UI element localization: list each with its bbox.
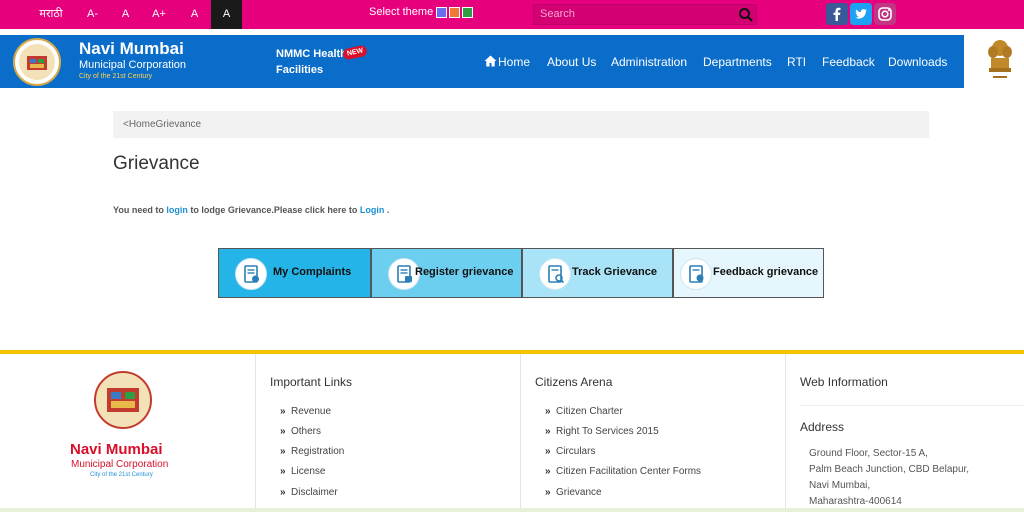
footer-link-label: License: [291, 466, 326, 477]
track-grievance-button[interactable]: Track Grievance: [522, 248, 673, 298]
bottom-strip: [0, 508, 1024, 512]
footer-link-grievance[interactable]: » Grievance: [545, 487, 602, 498]
footer-link-label: Citizen Charter: [556, 406, 623, 417]
nav-home[interactable]: Home: [498, 55, 530, 69]
login-message-text: .: [384, 205, 390, 215]
footer-link-cfc-forms[interactable]: » Citizen Facilitation Center Forms: [545, 466, 701, 477]
nmmc-logo-icon: [19, 44, 55, 80]
footer-link-license[interactable]: » License: [280, 466, 325, 477]
register-grievance-label: Register grievance: [415, 266, 514, 278]
brand-tagline: City of the 21st Century: [79, 73, 153, 80]
chevron-right-icon: »: [545, 446, 551, 457]
font-decrease-button[interactable]: A-: [74, 0, 111, 29]
breadcrumb[interactable]: <HomeGrievance: [113, 111, 929, 138]
brand-title: Navi Mumbai: [79, 39, 184, 58]
web-info-divider: [800, 405, 1024, 406]
national-emblem-icon: [988, 40, 1012, 78]
footer-link-label: Right To Services 2015: [556, 426, 659, 437]
chevron-right-icon: »: [280, 446, 286, 457]
footer-link-label: Grievance: [556, 487, 602, 498]
chevron-right-icon: »: [545, 426, 551, 437]
address-heading: Address: [800, 420, 845, 434]
font-increase-button[interactable]: A+: [140, 0, 178, 29]
nav-downloads[interactable]: Downloads: [888, 55, 947, 69]
feedback-icon: [680, 258, 712, 290]
footer-brand-subtitle: Municipal Corporation: [71, 459, 169, 470]
nmmc-logo[interactable]: [13, 38, 61, 86]
feedback-grievance-label: Feedback grievance: [713, 266, 819, 278]
page-title: Grievance: [113, 153, 200, 174]
footer-column-divider: [785, 354, 786, 512]
footer-divider: [0, 350, 1024, 354]
footer-column-divider: [255, 354, 256, 512]
instagram-icon[interactable]: [874, 3, 896, 25]
address-line: Palm Beach Junction, CBD Belapur,: [809, 464, 970, 475]
login-link[interactable]: login: [166, 205, 188, 215]
chevron-right-icon: »: [280, 426, 286, 437]
web-information-heading: Web Information: [800, 375, 888, 389]
footer-link-label: Revenue: [291, 406, 332, 417]
footer-brand-tagline: City of the 21st Century: [90, 472, 153, 478]
search-icon[interactable]: [738, 7, 754, 23]
footer-nmmc-logo-icon: [94, 371, 152, 429]
contrast-light-button[interactable]: A: [178, 0, 211, 29]
track-icon: [539, 258, 571, 290]
important-links-heading: Important Links: [270, 375, 353, 389]
footer-link-label: Others: [291, 426, 322, 437]
my-complaints-button[interactable]: My Complaints: [218, 248, 371, 298]
complaints-icon: [235, 258, 267, 290]
footer-column-divider: [520, 354, 521, 512]
chevron-right-icon: »: [545, 487, 551, 498]
nav-about-us[interactable]: About Us: [547, 55, 596, 69]
footer-link-circulars[interactable]: » Circulars: [545, 446, 595, 457]
twitter-icon[interactable]: [850, 3, 872, 25]
facebook-icon[interactable]: [826, 3, 848, 25]
theme-swatch-green[interactable]: [462, 7, 473, 18]
nav-rti[interactable]: RTI: [787, 55, 806, 69]
login-message: You need to login to lodge Grievance.Ple…: [113, 205, 389, 215]
font-normal-button[interactable]: A: [111, 0, 140, 29]
address-line: Navi Mumbai,: [809, 480, 871, 491]
address-line: Ground Floor, Sector-15 A,: [809, 448, 928, 459]
chevron-right-icon: »: [280, 406, 286, 417]
home-icon[interactable]: [484, 55, 497, 67]
footer-link-registration[interactable]: » Registration: [280, 446, 344, 457]
nav-administration[interactable]: Administration: [611, 55, 687, 69]
nmmc-health-facilities-link[interactable]: NMMC Health Facilities: [276, 46, 348, 78]
chevron-right-icon: »: [545, 466, 551, 477]
address-line: Maharashtra-400614: [809, 496, 902, 507]
search-input[interactable]: Search: [533, 4, 757, 25]
footer-link-disclaimer[interactable]: » Disclaimer: [280, 487, 338, 498]
footer-brand-title: Navi Mumbai: [70, 441, 163, 458]
register-grievance-button[interactable]: Register grievance: [371, 248, 522, 298]
track-grievance-label: Track Grievance: [572, 266, 658, 278]
citizens-arena-heading: Citizens Arena: [535, 375, 613, 389]
footer-link-label: Circulars: [556, 446, 596, 457]
footer-link-label: Registration: [291, 446, 345, 457]
footer-link-right-to-services[interactable]: » Right To Services 2015: [545, 426, 659, 437]
theme-label: Select theme :: [369, 6, 440, 18]
contrast-dark-button[interactable]: A: [211, 0, 242, 29]
feedback-grievance-button[interactable]: Feedback grievance: [673, 248, 824, 298]
nav-departments[interactable]: Departments: [703, 55, 772, 69]
footer-link-citizen-charter[interactable]: » Citizen Charter: [545, 406, 623, 417]
login-message-text: to lodge Grievance.Please click here to: [187, 205, 360, 215]
footer-link-label: Disclaimer: [291, 487, 338, 498]
chevron-right-icon: »: [280, 466, 286, 477]
footer-link-others[interactable]: » Others: [280, 426, 321, 437]
language-toggle[interactable]: मराठी: [28, 0, 74, 29]
login-message-text: You need to: [113, 205, 167, 215]
chevron-right-icon: »: [545, 406, 551, 417]
login-link-2[interactable]: Login: [360, 205, 385, 215]
theme-swatch-blue[interactable]: [436, 7, 447, 18]
nav-feedback[interactable]: Feedback: [822, 55, 875, 69]
footer-link-revenue[interactable]: » Revenue: [280, 406, 331, 417]
chevron-right-icon: »: [280, 487, 286, 498]
theme-swatch-orange[interactable]: [449, 7, 460, 18]
footer-link-label: Citizen Facilitation Center Forms: [556, 466, 702, 477]
my-complaints-label: My Complaints: [273, 266, 352, 278]
brand-subtitle: Municipal Corporation: [79, 59, 186, 71]
